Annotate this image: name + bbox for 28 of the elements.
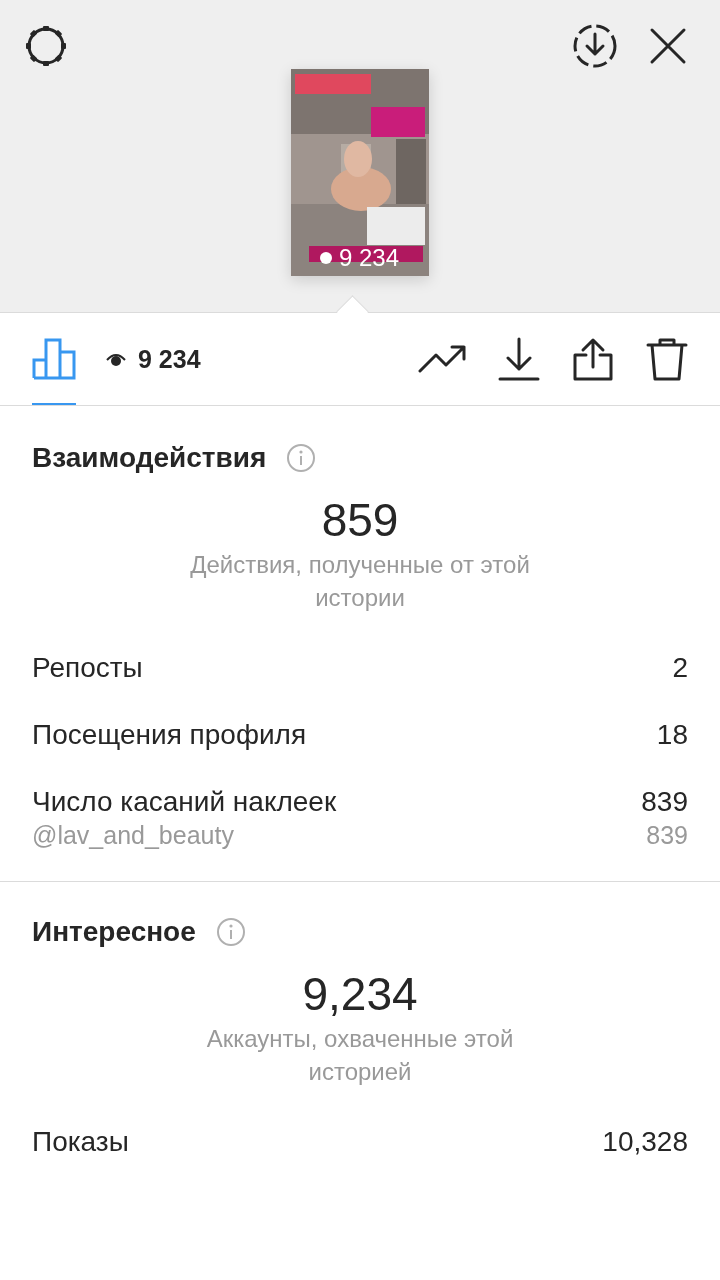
eye-icon [319, 251, 333, 265]
metric-value: 10,328 [602, 1125, 688, 1158]
metric-value: 839 [646, 820, 688, 850]
views-tab[interactable]: 9 234 [106, 313, 201, 405]
trash-icon[interactable] [646, 337, 688, 381]
story-thumbnail[interactable]: 9 234 [291, 69, 429, 276]
metric-value: 2 [672, 651, 688, 684]
close-icon[interactable] [648, 26, 688, 66]
metric-value: 839 [641, 785, 688, 818]
metric-label: Посещения профиля [32, 718, 307, 751]
download-icon[interactable] [572, 23, 618, 69]
metric-label: Репосты [32, 651, 143, 684]
eye-icon [106, 351, 126, 367]
metric-label: Показы [32, 1125, 129, 1158]
section-title: Интересное [32, 916, 196, 948]
metric-label: Число касаний наклеек [32, 785, 337, 818]
total-caption: Действия, полученные от этой истории [189, 550, 531, 613]
metric-label: @lav_and_beauty [32, 820, 234, 850]
trend-icon[interactable] [418, 343, 466, 375]
bar-chart-icon [32, 338, 76, 380]
view-count: 9 234 [339, 246, 400, 270]
download-icon[interactable] [498, 337, 540, 381]
total-value: 859 [320, 493, 400, 548]
total-caption: Аккаунты, охваченные этой историей [205, 1024, 515, 1087]
share-icon[interactable] [572, 337, 614, 381]
total-value: 9,234 [301, 967, 419, 1022]
metric-value: 18 [656, 718, 688, 751]
section-title: Взаимодействия [32, 442, 267, 474]
